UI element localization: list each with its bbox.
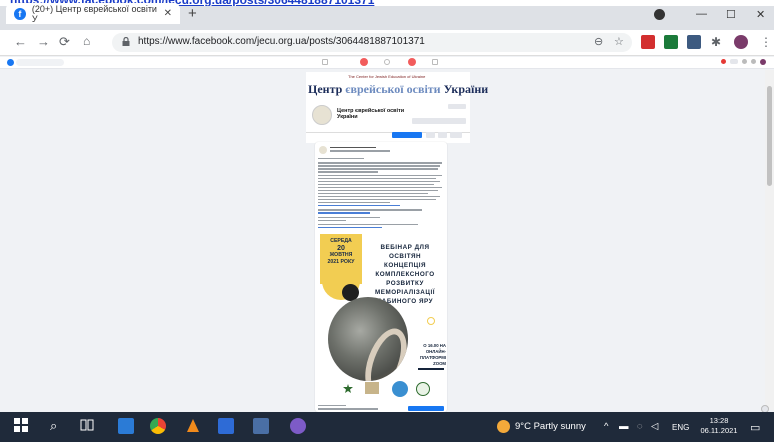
language-indicator[interactable]: ENG <box>672 423 689 432</box>
reload-icon[interactable]: ⟳ <box>59 34 70 50</box>
chrome-icon[interactable] <box>150 418 166 434</box>
tray-icon[interactable]: ◌ <box>637 421 643 432</box>
cover-title-part1: Центр <box>308 82 346 96</box>
home-nav-icon[interactable] <box>322 59 328 65</box>
banner-title-line: КОНЦЕПЦІЯ <box>384 262 426 269</box>
banner-forest-photo <box>328 297 408 381</box>
menu-icon[interactable]: ⋮ <box>760 35 772 49</box>
cover-title-part3: України <box>443 82 489 96</box>
forward-icon[interactable]: → <box>37 34 50 49</box>
sheets-extension-icon[interactable] <box>664 35 678 49</box>
tree-logo-icon <box>416 382 430 396</box>
banner-time: О 16.00 НА ОНЛАЙН- ПЛАТФОРМІ ZOOM <box>406 343 446 367</box>
watch-badge <box>408 58 416 66</box>
facebook-search-input[interactable] <box>16 59 64 66</box>
clock-time: 13:28 <box>709 416 729 425</box>
clock-date: 06.11.2021 <box>700 426 738 435</box>
banner-date-text: СЕРЕДА 20 ЖОВТНЯ 2021 РОКУ <box>322 238 360 266</box>
zoom-icon[interactable]: ⊖ <box>594 35 603 48</box>
browser-tab[interactable]: f (20+) Центр єврейської освіти У ✕ <box>6 3 180 24</box>
home-icon[interactable]: ⌂ <box>83 34 90 48</box>
facebook-account-icons[interactable] <box>718 59 766 66</box>
avatar[interactable] <box>734 35 748 49</box>
like-button[interactable] <box>392 132 422 138</box>
url-text: https://www.facebook.com/jecu.org.ua/pos… <box>138 36 425 47</box>
banner-title-line: ВЕБІНАР ДЛЯ <box>380 244 430 251</box>
banner-ring <box>427 317 435 325</box>
banner-date-line: ЖОВТНЯ <box>329 252 353 258</box>
banner-date-line: СЕРЕДА <box>330 238 352 244</box>
gaming-nav-icon[interactable] <box>432 59 438 65</box>
cover-title-part2: єврейської освіти <box>345 82 444 96</box>
tray-chevron-icon[interactable]: ^ <box>604 421 608 432</box>
store-icon[interactable] <box>218 418 234 434</box>
banner-time-underline <box>418 368 444 370</box>
puzzle-icon[interactable]: ✱ <box>711 35 721 49</box>
back-icon[interactable]: ← <box>14 34 27 49</box>
mail-app-icon[interactable] <box>118 418 134 434</box>
weather-text[interactable]: 9°C Partly sunny <box>515 421 586 432</box>
notification-badge <box>360 58 368 66</box>
page-avatar[interactable] <box>312 105 332 125</box>
search-page-button[interactable] <box>438 132 447 138</box>
facebook-icon: f <box>14 7 26 20</box>
network-icon[interactable]: ▬ <box>619 421 629 432</box>
vlc-icon[interactable] <box>185 418 201 434</box>
banner-time-line: ZOOM <box>433 361 446 366</box>
globe-logo-icon <box>392 381 408 397</box>
weather-sun-icon[interactable] <box>497 420 510 433</box>
add-page-button[interactable] <box>412 118 466 124</box>
share-button[interactable] <box>408 406 444 411</box>
close-window-icon[interactable]: ✕ <box>756 8 765 21</box>
message-button[interactable] <box>426 132 435 138</box>
banner-title-line: МЕМОРІАЛІЗАЦІЇ <box>375 289 435 296</box>
groups-nav-icon[interactable] <box>384 59 390 65</box>
cover-title: Центр єврейської освіти України <box>308 82 488 97</box>
extension-icon[interactable] <box>687 35 701 49</box>
banner-date-line: 2021 РОКУ <box>327 259 355 265</box>
edit-cover-button[interactable] <box>448 104 466 109</box>
banner-title-line: КОМПЛЕКСНОГО <box>375 271 435 278</box>
windows-start-icon[interactable] <box>14 418 30 434</box>
partner-logo-icon <box>365 382 379 394</box>
task-view-icon[interactable] <box>80 418 96 434</box>
lock-icon <box>122 37 130 46</box>
close-tab-icon[interactable]: ✕ <box>164 8 172 19</box>
tab-title: (20+) Центр єврейської освіти У <box>31 3 157 24</box>
minimize-icon[interactable]: — <box>696 8 707 20</box>
clock[interactable]: 13:28 06.11.2021 <box>700 416 738 436</box>
partner-logo-icon <box>342 382 354 394</box>
scrollbar-thumb[interactable] <box>767 86 772 186</box>
facebook-logo-icon[interactable] <box>7 59 14 66</box>
files-icon[interactable] <box>253 418 269 434</box>
notification-icon[interactable]: ▭ <box>750 421 760 434</box>
new-tab-button[interactable]: + <box>188 6 197 21</box>
cover-subtitle: The Center for Jewish Education of Ukrai… <box>348 74 426 79</box>
maximize-icon[interactable]: ☐ <box>726 8 736 21</box>
banner-title: ВЕБІНАР ДЛЯ ОСВІТЯН КОНЦЕПЦІЯ КОМПЛЕКСНО… <box>363 243 447 306</box>
post-text-block <box>318 147 444 229</box>
viber-icon[interactable] <box>290 418 306 434</box>
banner-title-line: ОСВІТЯН <box>388 253 422 260</box>
banner-date-line: 20 <box>337 245 345 252</box>
banner-title-line: РОЗВИТКУ <box>386 280 424 287</box>
profile-icon[interactable] <box>654 9 665 20</box>
page-name[interactable]: Центр єврейської освіти України <box>337 108 407 120</box>
volume-icon[interactable]: ◁ <box>651 421 658 432</box>
more-options-button[interactable] <box>450 132 462 138</box>
bookmark-star-icon[interactable]: ☆ <box>614 35 624 48</box>
pdf-extension-icon[interactable] <box>641 35 655 49</box>
search-icon[interactable]: ⌕ <box>50 418 66 434</box>
